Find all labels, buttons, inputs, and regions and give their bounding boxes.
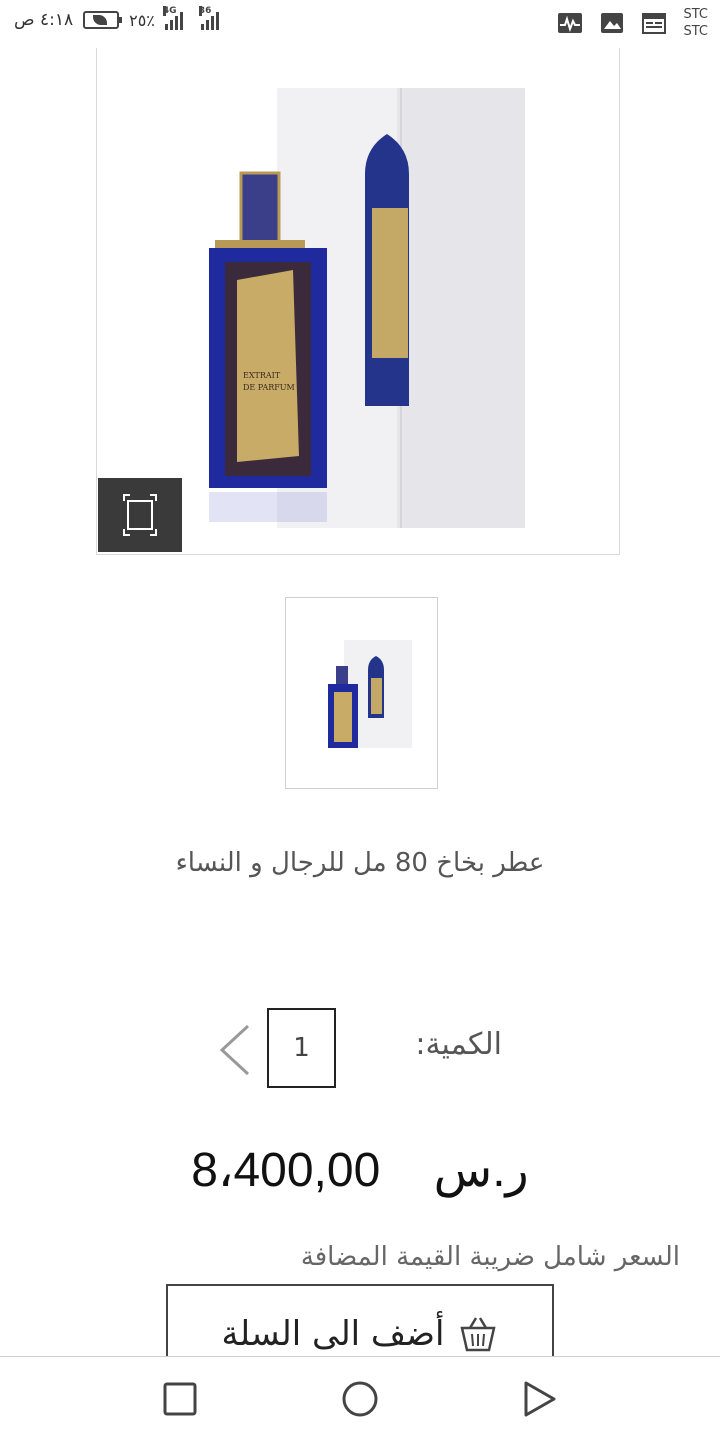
- vat-note: السعر شامل ضريبة القيمة المضافة: [300, 1242, 680, 1272]
- calendar-icon: [642, 13, 667, 34]
- quantity-label: الكمية:: [415, 1027, 502, 1062]
- fullscreen-icon: [123, 494, 157, 536]
- carrier-names: STC STC: [683, 7, 708, 39]
- battery-icon: [83, 11, 123, 29]
- status-bar: ٤:١٨ ص ٢٥٪ 4G 36 STC STC: [0, 0, 720, 48]
- product-title: عطر بخاخ 80 مل للرجال و النساء: [175, 848, 545, 878]
- signal-36-icon: 36: [198, 6, 219, 30]
- quantity-input[interactable]: 1: [267, 1008, 336, 1088]
- pulse-icon: [558, 13, 583, 33]
- home-icon[interactable]: [340, 1379, 380, 1419]
- add-to-cart-label: أضف الى السلة: [221, 1314, 445, 1354]
- signal-4g-icon: 4G: [162, 6, 183, 30]
- fullscreen-button[interactable]: [98, 478, 182, 552]
- clock: ٤:١٨ ص: [14, 10, 74, 30]
- recents-icon[interactable]: [160, 1379, 200, 1419]
- svg-text:DE PARFUM: DE PARFUM: [243, 383, 295, 392]
- thumbnail-illustration: [328, 640, 412, 748]
- back-icon[interactable]: [520, 1379, 560, 1419]
- status-left: ٤:١٨ ص ٢٥٪ 4G 36: [14, 6, 219, 30]
- price-amount: 8،400,00: [191, 1144, 381, 1197]
- image-icon: [601, 13, 624, 33]
- product-thumbnail[interactable]: [285, 597, 438, 789]
- chevron-left-icon[interactable]: [216, 1022, 256, 1078]
- status-right: STC STC: [557, 6, 708, 40]
- basket-icon: [460, 1317, 497, 1352]
- price: 8،400,00 ر.س: [0, 1142, 720, 1198]
- navigation-bar: [0, 1356, 720, 1440]
- battery-percent: ٢٥٪: [129, 10, 155, 30]
- product-main-image[interactable]: EXTRAIT DE PARFUM: [96, 48, 620, 555]
- price-currency: ر.س: [433, 1144, 529, 1197]
- svg-text:EXTRAIT: EXTRAIT: [243, 371, 281, 380]
